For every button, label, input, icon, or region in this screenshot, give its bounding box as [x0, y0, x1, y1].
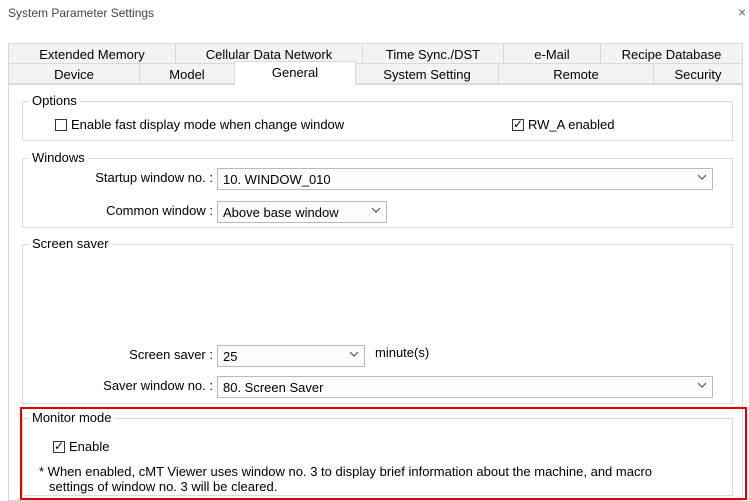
monitor-mode-label: Monitor mode — [29, 410, 115, 426]
monitor-mode-note-line2: settings of window no. 3 will be cleared… — [49, 479, 278, 494]
screen-saver-time-select[interactable]: 25 — [217, 345, 365, 367]
screen-saver-group: Screen saver Screen saver : 25 minute(s)… — [22, 236, 733, 404]
window-title: System Parameter Settings — [8, 6, 155, 20]
startup-window-select[interactable]: 10. WINDOW_010 — [217, 168, 713, 190]
checkmark-icon: ✓ — [54, 439, 65, 453]
common-window-select[interactable]: Above base window — [217, 201, 387, 223]
monitor-mode-enable-checkbox[interactable]: ✓ — [53, 439, 65, 453]
tab-model[interactable]: Model — [139, 63, 235, 84]
chevron-down-icon — [698, 382, 706, 388]
monitor-mode-note-line1: * When enabled, cMT Viewer uses window n… — [39, 464, 653, 479]
tab-general[interactable]: General — [234, 61, 356, 85]
common-window-label: Common window : — [106, 203, 213, 218]
tab-email[interactable]: e-Mail — [503, 43, 601, 64]
screen-saver-time-value: 25 — [223, 349, 238, 364]
saver-window-value: 80. Screen Saver — [223, 380, 324, 395]
screen-saver-time-label: Screen saver : — [129, 347, 213, 362]
windows-group: Windows Startup window no. : 10. WINDOW_… — [22, 150, 733, 228]
close-icon[interactable]: × — [738, 4, 746, 20]
tab-device[interactable]: Device — [8, 63, 140, 84]
general-tab-panel: Options Enable fast display mode when ch… — [8, 84, 743, 501]
options-group: Options Enable fast display mode when ch… — [22, 93, 733, 141]
minutes-unit-label: minute(s) — [375, 345, 430, 360]
tab-remote[interactable]: Remote — [498, 63, 654, 84]
fast-display-label: Enable fast display mode when change win… — [71, 117, 345, 132]
tab-recipe-database[interactable]: Recipe Database — [600, 43, 743, 64]
windows-label: Windows — [29, 150, 88, 166]
fast-display-checkbox[interactable] — [55, 119, 67, 131]
tab-time-sync-dst[interactable]: Time Sync./DST — [362, 43, 504, 64]
chevron-down-icon — [698, 174, 706, 180]
startup-window-value: 10. WINDOW_010 — [223, 172, 331, 187]
rw-a-label: RW_A enabled — [528, 117, 615, 132]
common-window-value: Above base window — [223, 205, 339, 220]
saver-window-select[interactable]: 80. Screen Saver — [217, 376, 713, 398]
chevron-down-icon — [350, 351, 358, 357]
checkmark-icon: ✓ — [513, 117, 524, 131]
screen-saver-label: Screen saver — [29, 236, 112, 252]
options-label: Options — [29, 93, 80, 109]
monitor-mode-enable-label: Enable — [69, 439, 110, 454]
saver-window-label: Saver window no. : — [103, 378, 213, 393]
monitor-mode-group: Monitor mode ✓ Enable * When enabled, cM… — [22, 410, 733, 496]
chevron-down-icon — [372, 207, 380, 213]
startup-window-label: Startup window no. : — [95, 170, 213, 185]
tab-extended-memory[interactable]: Extended Memory — [8, 43, 176, 64]
tab-system-setting[interactable]: System Setting — [355, 63, 499, 84]
rw-a-checkbox[interactable]: ✓ — [512, 117, 524, 131]
tab-security[interactable]: Security — [653, 63, 743, 84]
